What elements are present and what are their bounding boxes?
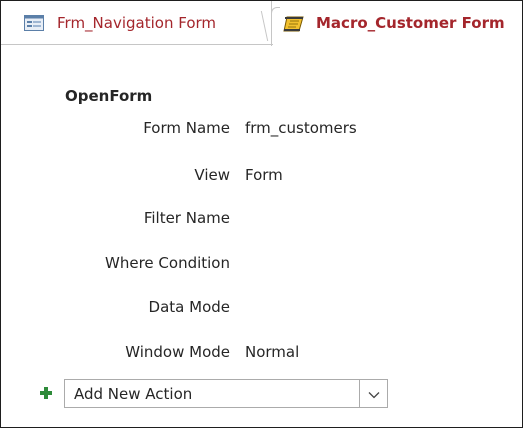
tab-macro-customer-form[interactable]: Macro_Customer Form: [271, 1, 522, 46]
tab-frm-navigation-form[interactable]: Frm_Navigation Form: [1, 1, 271, 45]
tab-underline: [1, 44, 273, 45]
form-icon: [23, 14, 45, 32]
add-new-action-combobox[interactable]: Add New Action: [64, 379, 388, 408]
tab-separator: [260, 11, 269, 41]
plus-icon[interactable]: [39, 385, 53, 399]
chevron-down-icon: [368, 384, 380, 403]
argument-label-where-condition: Where Condition: [105, 254, 230, 272]
argument-value-window-mode[interactable]: Normal: [245, 343, 299, 361]
argument-value-form-name[interactable]: frm_customers: [245, 119, 357, 137]
macro-designer-window: Frm_Navigation Form Macro_Customer Form …: [0, 0, 523, 428]
document-tab-strip: Frm_Navigation Form Macro_Customer Form: [1, 1, 522, 46]
argument-label-form-name: Form Name: [143, 119, 230, 137]
argument-label-data-mode: Data Mode: [148, 298, 230, 316]
argument-label-window-mode: Window Mode: [125, 343, 230, 361]
macro-scroll-icon: [282, 14, 304, 32]
add-new-action-value: Add New Action: [74, 385, 193, 403]
argument-label-filter-name: Filter Name: [143, 209, 230, 227]
tab-label: Frm_Navigation Form: [57, 14, 217, 32]
argument-value-view[interactable]: Form: [245, 166, 283, 184]
argument-label-view: View: [194, 166, 230, 184]
tab-label: Macro_Customer Form: [316, 14, 505, 32]
add-new-action-dropdown-button[interactable]: [359, 380, 387, 407]
action-name: OpenForm: [65, 87, 153, 105]
